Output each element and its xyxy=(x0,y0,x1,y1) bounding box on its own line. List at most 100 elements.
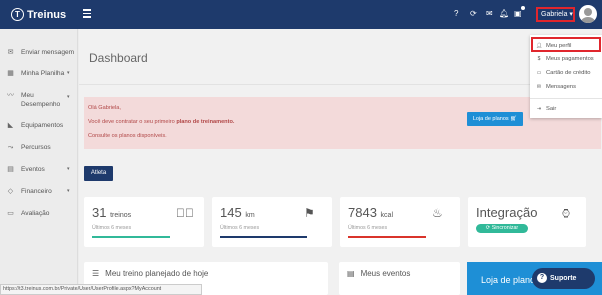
stat-unit: km xyxy=(245,212,255,219)
menu-item-cartao-de-credito[interactable]: ▭ Cartão de crédito xyxy=(535,70,591,76)
sync-icon[interactable]: ⟳ xyxy=(470,9,477,19)
stat-unit: treinos xyxy=(110,212,132,219)
bell-icon[interactable]: 🔔︎ xyxy=(499,9,509,19)
sidebar-item-label: Financeiro xyxy=(21,188,52,195)
chevron-down-icon: ▾ xyxy=(67,188,70,194)
sidebar-item-label: Avaliação xyxy=(21,210,50,217)
gift-icon[interactable]: ▣ xyxy=(514,9,522,19)
status-bar-url: https://t3.treinus.com.br/Private/User/U… xyxy=(0,284,202,295)
integration-title: Integração xyxy=(476,205,538,220)
envelope-icon[interactable]: ✉ xyxy=(486,9,493,19)
stat-card-integracao: Integração ⟳ Sincronizar ⌚︎ xyxy=(468,197,586,247)
stat-unit: kcal xyxy=(380,212,393,219)
shoe-icon: ◣ xyxy=(7,122,14,129)
plans-store-label: Loja de planos xyxy=(481,275,540,285)
list-icon: ☰ xyxy=(92,269,100,278)
sidebar-item-meu-desempenho[interactable]: 〰 Meu Desempenho ▾ xyxy=(6,91,76,109)
highlight-box xyxy=(531,37,601,52)
envelope-icon: ✉ xyxy=(7,49,14,56)
chevron-down-icon: ▾ xyxy=(67,166,70,172)
sidebar-item-label: Enviar mensagem xyxy=(21,49,75,56)
menu-item-meus-pagamentos[interactable]: $ Meus pagamentos xyxy=(535,56,594,62)
sidebar-item-minha-planilha[interactable]: ▦ Minha Planilha ▾ xyxy=(6,69,69,78)
menu-item-label: Cartão de crédito xyxy=(546,70,591,76)
sync-label: Sincronizar xyxy=(491,225,519,231)
brand-name: Treinus xyxy=(27,8,67,21)
stat-card-km: 145 km Últimos 6 meses ⚑ xyxy=(212,197,332,247)
stat-period: Últimos 6 meses xyxy=(92,225,132,231)
menu-item-label: Sair xyxy=(546,106,557,112)
sidebar-item-eventos[interactable]: ▤ Eventos ▾ xyxy=(6,165,69,174)
divider xyxy=(79,84,602,85)
alert-hint: Consulte os planos disponíveis. xyxy=(88,133,167,139)
dollar-icon: $ xyxy=(537,56,541,62)
stat-number: 31 xyxy=(92,205,107,220)
menu-toggle-icon[interactable] xyxy=(83,9,91,18)
store-plans-label: Loja de planos xyxy=(472,116,509,122)
alert-greeting: Olá Gabriela, xyxy=(88,105,121,111)
sidebar-item-equipamentos[interactable]: ◣ Equipamentos xyxy=(6,121,63,130)
stat-number: 145 xyxy=(220,205,242,220)
cart-icon: 🛒︎ xyxy=(510,116,518,122)
calendar-icon: ▤ xyxy=(7,166,14,173)
stat-value: 7843 kcal xyxy=(348,205,393,220)
sidebar-item-label: Equipamentos xyxy=(21,122,64,129)
today-training-label: Meu treino planejado de hoje xyxy=(105,269,209,278)
sidebar-item-label: Minha Planilha xyxy=(21,70,65,77)
menu-item-sair[interactable]: ⇥ Sair xyxy=(535,106,556,112)
grid-icon: ▦ xyxy=(7,70,14,77)
menu-item-mensagens[interactable]: ✉ Mensagens xyxy=(535,84,576,90)
alert-message: Você deve contratar o seu primeiro plano… xyxy=(88,119,234,125)
support-button[interactable]: Suporte xyxy=(532,268,595,289)
my-events-title: ▤ Meus eventos xyxy=(347,269,410,278)
top-navbar: T Treinus ? ⟳ ✉ 🔔︎ ▣ Gabriela ▾ xyxy=(0,0,602,29)
stat-period: Últimos 6 meses xyxy=(220,225,260,231)
alert-banner: Olá Gabriela, Você deve contratar o seu … xyxy=(84,97,601,149)
sidebar: ✉ Enviar mensagem ▦ Minha Planilha ▾ 〰 Meu D… xyxy=(0,29,78,295)
avatar[interactable] xyxy=(579,5,597,23)
treinus-logo[interactable]: T Treinus xyxy=(11,8,66,21)
calendar-icon: ▤ xyxy=(347,269,355,278)
chevron-down-icon: ▾ xyxy=(67,70,70,76)
stat-card-kcal: 7843 kcal Últimos 6 meses ♨ xyxy=(340,197,460,247)
envelope-icon: ✉ xyxy=(536,84,542,90)
sidebar-item-financeiro[interactable]: ◇ Financeiro ▾ xyxy=(6,187,70,196)
logout-icon: ⇥ xyxy=(536,106,542,112)
tag-icon: ◇ xyxy=(7,188,14,195)
sidebar-item-label: Percursos xyxy=(21,144,51,151)
signpost-icon: ⚑ xyxy=(304,206,315,220)
alert-message-text: Você deve contratar o seu primeiro xyxy=(88,119,177,125)
main-content xyxy=(79,29,602,295)
chart-line-icon: 〰 xyxy=(7,92,14,99)
flame-icon: ♨ xyxy=(432,206,443,220)
watch-icon: ⌚︎ xyxy=(560,207,573,221)
progress-bar xyxy=(92,236,170,238)
stat-value: 31 treinos xyxy=(92,205,131,220)
help-icon[interactable]: ? xyxy=(454,9,458,19)
card-icon: ▭ xyxy=(7,210,14,217)
menu-divider xyxy=(530,98,602,99)
sidebar-item-percursos[interactable]: ⤳ Percursos xyxy=(6,143,51,152)
sidebar-item-label: Eventos xyxy=(21,166,45,173)
user-name: Gabriela xyxy=(541,11,568,18)
page-title: Dashboard xyxy=(89,51,148,65)
chevron-down-icon: ▾ xyxy=(67,94,70,100)
sync-button[interactable]: ⟳ Sincronizar xyxy=(476,224,528,233)
sidebar-item-avaliacao[interactable]: ▭ Avaliação xyxy=(6,209,49,218)
stat-value: 145 km xyxy=(220,205,255,220)
menu-item-label: Meus pagamentos xyxy=(546,56,594,62)
check-circle-icon: ✓⃝ xyxy=(176,206,194,220)
credit-card-icon: ▭ xyxy=(536,70,542,76)
stat-period: Últimos 6 meses xyxy=(348,225,388,231)
notification-dot xyxy=(521,6,525,10)
stat-number: 7843 xyxy=(348,205,377,220)
sidebar-item-enviar-mensagem[interactable]: ✉ Enviar mensagem xyxy=(6,48,75,57)
progress-bar xyxy=(348,236,426,238)
route-icon: ⤳ xyxy=(7,144,14,151)
tab-atleta[interactable]: Atleta xyxy=(84,166,113,181)
my-events-label: Meus eventos xyxy=(360,269,411,278)
my-events-card: ▤ Meus eventos xyxy=(339,262,460,295)
user-menu-button[interactable]: Gabriela ▾ xyxy=(536,7,575,22)
store-plans-button[interactable]: Loja de planos 🛒︎ xyxy=(467,112,523,126)
logo-icon: T xyxy=(11,8,24,21)
